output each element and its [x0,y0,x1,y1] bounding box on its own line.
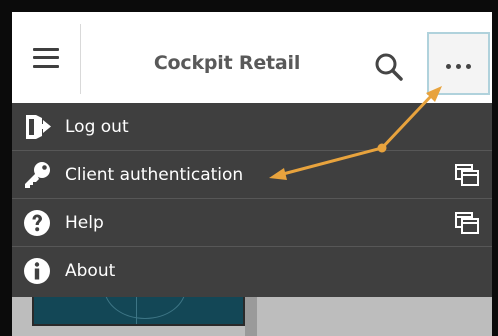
menu-item-label: About [65,261,116,281]
search-icon [375,53,403,81]
hamburger-menu-button[interactable] [12,12,80,103]
sheet-divider [245,297,257,336]
menu-item-client-authentication[interactable]: Client authentication [12,151,492,199]
key-icon [22,160,52,190]
open-in-window-icon [454,211,480,235]
thumbnail-decoration [104,297,186,319]
header-divider [80,24,81,94]
hamburger-menu-icon [33,47,59,68]
menu-item-about[interactable]: About [12,247,492,295]
search-button[interactable] [370,48,410,88]
sheet-background [12,297,492,336]
sheet-thumbnail[interactable] [32,297,245,326]
options-dropdown-menu: Log out Client authentication Help About [12,103,492,297]
more-horizontal-icon [446,64,471,69]
help-icon [22,208,52,238]
menu-item-label: Log out [65,117,129,137]
screenshot-frame: Cockpit Retail Log out Client authentica… [0,0,498,336]
menu-item-label: Help [65,213,104,233]
info-icon [22,256,52,286]
app-header: Cockpit Retail [12,12,492,103]
menu-item-log-out[interactable]: Log out [12,103,492,151]
menu-item-help[interactable]: Help [12,199,492,247]
app-window: Cockpit Retail Log out Client authentica… [12,12,492,336]
menu-item-label: Client authentication [65,165,244,185]
more-options-button[interactable] [427,32,490,95]
app-title: Cockpit Retail [153,52,301,74]
open-in-window-icon [454,163,480,187]
thumbnail-decoration [136,297,137,324]
log-out-icon [22,112,52,142]
